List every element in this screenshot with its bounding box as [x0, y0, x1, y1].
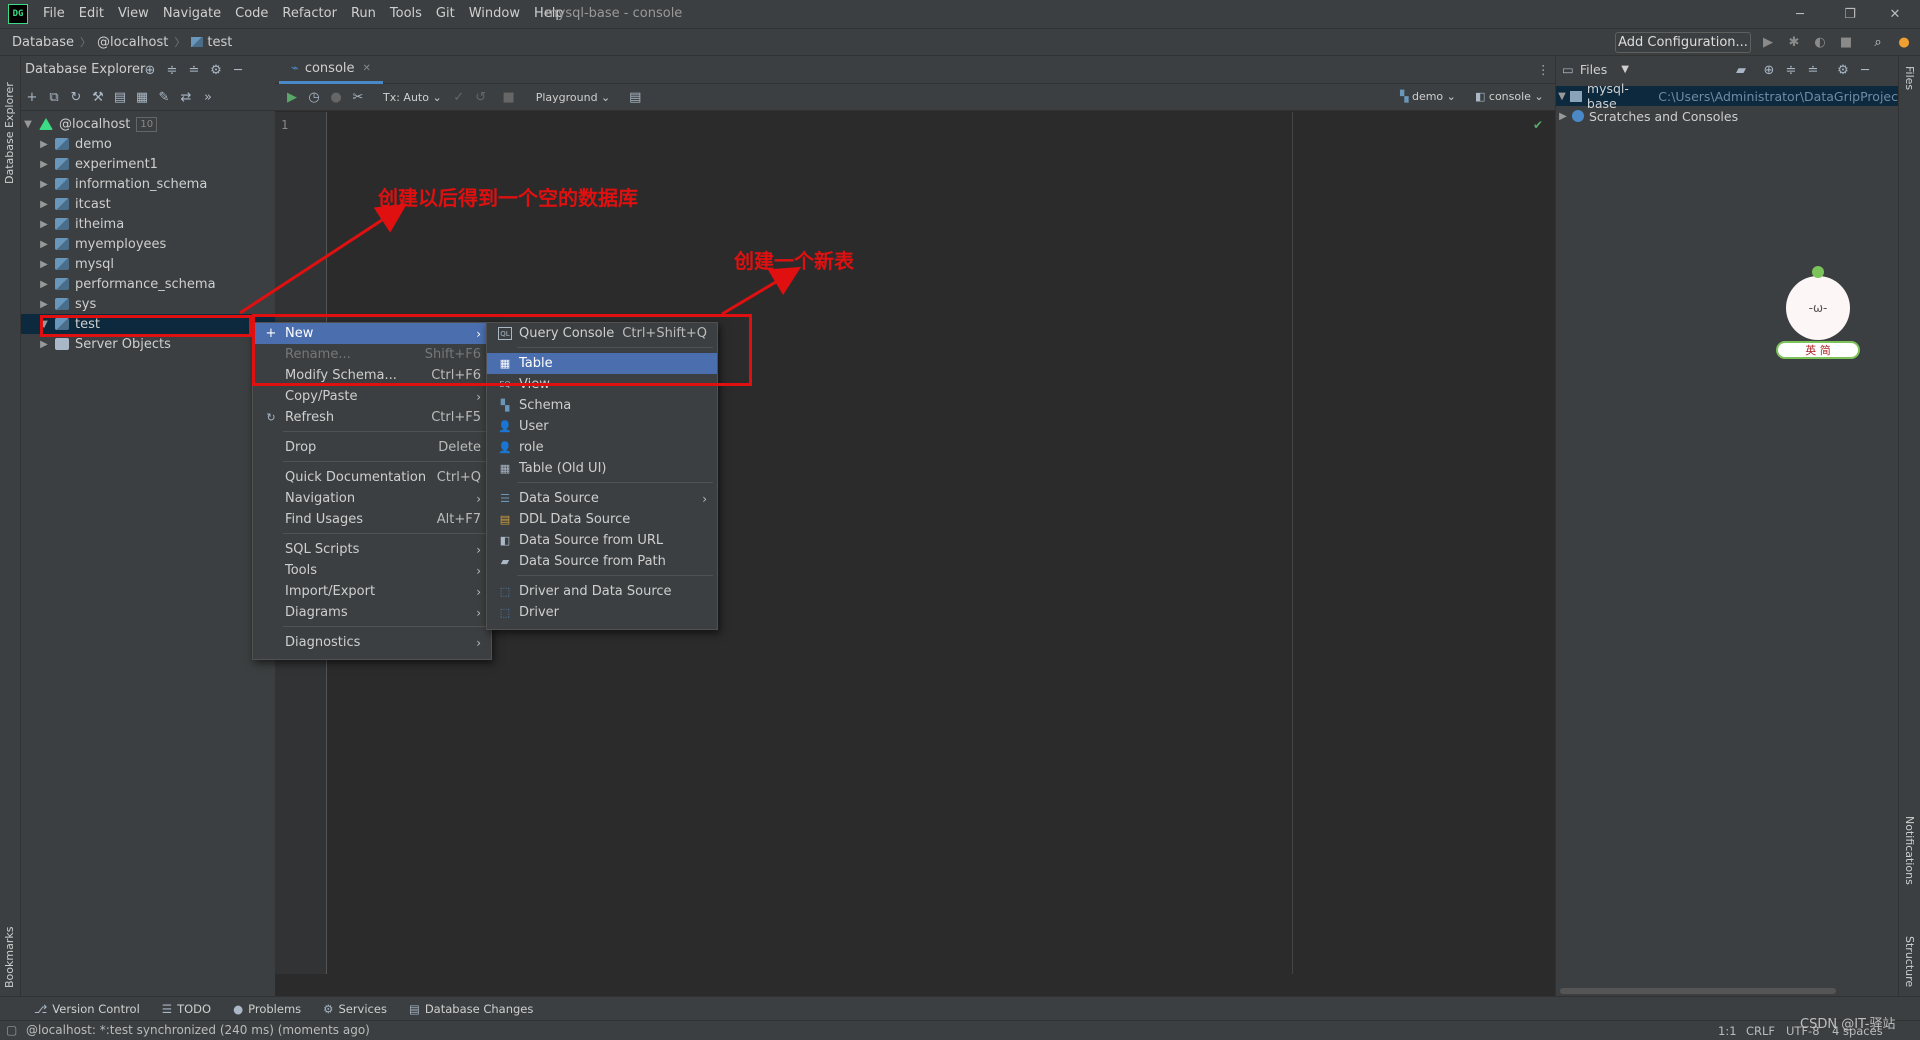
arrow-to-empty-db-note [239, 203, 408, 315]
annotation-new-table-note: 创建一个新表 [734, 249, 854, 273]
annotation-arrows [239, 203, 802, 316]
arrow-to-new-table-note [721, 266, 802, 316]
annotation-empty-db-note: 创建以后得到一个空的数据库 [378, 186, 638, 210]
